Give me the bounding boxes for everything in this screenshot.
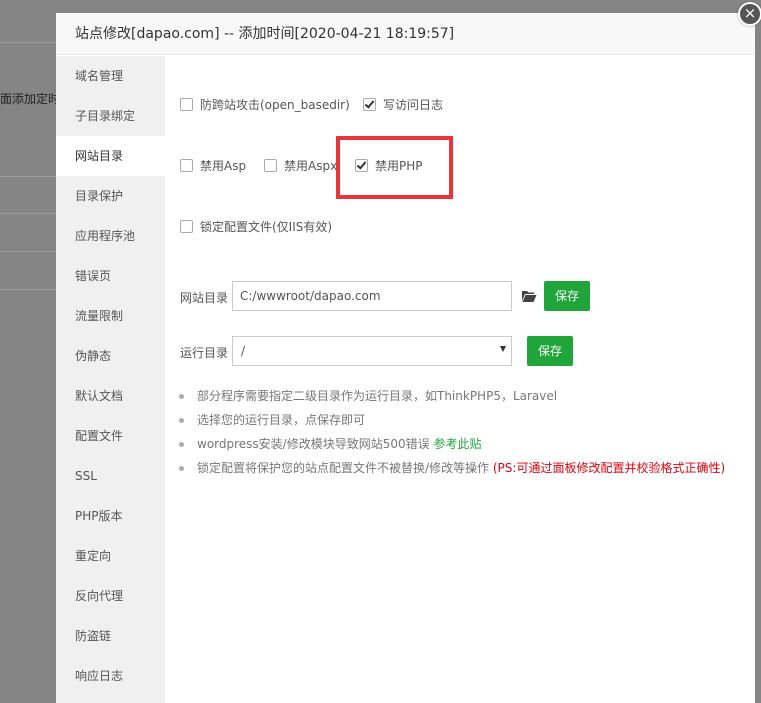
sidebar-item-traffic-limit[interactable]: 流量限制 — [56, 296, 165, 336]
disable-aspx-option[interactable]: 禁用Aspx — [264, 157, 337, 174]
bg-divider — [0, 213, 56, 214]
access-log-label: 写访问日志 — [383, 98, 444, 112]
sidebar-item-ssl[interactable]: SSL — [56, 456, 165, 496]
sidebar-item-reverse-proxy[interactable]: 反向代理 — [56, 576, 165, 616]
disable-asp-option[interactable]: 禁用Asp — [180, 157, 246, 174]
disable-asp-checkbox[interactable] — [180, 159, 193, 172]
bg-divider — [0, 251, 56, 252]
tip-item: 部分程序需要指定二级目录作为运行目录，如ThinkPHP5，Laravel — [179, 384, 725, 408]
site-dir-input[interactable]: C:/wwwroot/dapao.com — [232, 281, 512, 311]
disable-aspx-checkbox[interactable] — [264, 159, 277, 172]
disable-aspx-label: 禁用Aspx — [284, 159, 338, 173]
run-dir-label: 运行目录 — [180, 346, 229, 360]
run-dir-selected-value: / — [241, 344, 246, 358]
sidebar-item-subdir-binding[interactable]: 子目录绑定 — [56, 96, 165, 136]
bullet-icon — [179, 394, 184, 399]
bg-divider — [0, 289, 56, 290]
access-log-checkbox[interactable] — [363, 98, 376, 111]
tip-item: 锁定配置将保护您的站点配置文件不被替换/修改等操作 (PS:可通过面板修改配置并… — [179, 456, 725, 480]
bullet-icon — [179, 418, 184, 423]
settings-sidebar: 域名管理 子目录绑定 网站目录 目录保护 应用程序池 错误页 流量限制 伪静态 … — [56, 56, 165, 703]
sidebar-item-error-page[interactable]: 错误页 — [56, 256, 165, 296]
bg-divider — [0, 42, 56, 43]
sidebar-item-php-version[interactable]: PHP版本 — [56, 496, 165, 536]
sidebar-item-response-log[interactable]: 响应日志 — [56, 656, 165, 696]
sidebar-item-app-pool[interactable]: 应用程序池 — [56, 216, 165, 256]
dialog-title: 站点修改[dapao.com] -- 添加时间[2020-04-21 18:19… — [56, 13, 755, 55]
lock-config-option[interactable]: 锁定配置文件(仅IIS有效) — [180, 218, 332, 235]
sidebar-item-domain[interactable]: 域名管理 — [56, 56, 165, 96]
sidebar-item-redirect[interactable]: 重定向 — [56, 536, 165, 576]
sidebar-item-config-file[interactable]: 配置文件 — [56, 416, 165, 456]
site-dir-label: 网站目录 — [180, 291, 229, 305]
sidebar-item-dir-protection[interactable]: 目录保护 — [56, 176, 165, 216]
sidebar-item-site-directory[interactable]: 网站目录 — [56, 136, 165, 176]
sidebar-item-hotlink-protection[interactable]: 防盗链 — [56, 616, 165, 656]
bg-divider — [0, 176, 56, 177]
sidebar-item-rewrite[interactable]: 伪静态 — [56, 336, 165, 376]
help-tips-list: 部分程序需要指定二级目录作为运行目录，如ThinkPHP5，Laravel 选择… — [179, 384, 725, 480]
site-dir-save-button[interactable]: 保存 — [544, 281, 590, 311]
close-icon[interactable]: × — [738, 2, 761, 26]
access-log-option[interactable]: 写访问日志 — [363, 96, 443, 113]
tip-item: wordpress安装/修改模块导致网站500错误 参考此贴 — [179, 432, 725, 456]
chevron-down-icon — [500, 346, 506, 352]
highlight-annotation-box — [336, 136, 453, 199]
tip-item: 选择您的运行目录，点保存即可 — [179, 408, 725, 432]
folder-open-icon[interactable] — [521, 289, 537, 303]
reference-post-link[interactable]: 参考此贴 — [433, 437, 481, 451]
open-basedir-label: 防跨站攻击(open_basedir) — [200, 98, 350, 112]
lock-config-label: 锁定配置文件(仅IIS有效) — [200, 220, 333, 234]
sidebar-item-default-doc[interactable]: 默认文档 — [56, 376, 165, 416]
site-directory-panel: 防跨站攻击(open_basedir) 写访问日志 禁用Asp 禁用Aspx 禁… — [165, 56, 755, 703]
open-basedir-checkbox[interactable] — [180, 98, 193, 111]
run-dir-select[interactable]: / — [232, 336, 512, 366]
tip-text: 部分程序需要指定二级目录作为运行目录，如ThinkPHP5，Laravel — [197, 389, 558, 403]
open-basedir-option[interactable]: 防跨站攻击(open_basedir) — [180, 96, 350, 113]
site-edit-dialog: 站点修改[dapao.com] -- 添加时间[2020-04-21 18:19… — [56, 13, 755, 703]
disable-asp-label: 禁用Asp — [200, 159, 247, 173]
lock-config-checkbox[interactable] — [180, 220, 193, 233]
tip-text: 锁定配置将保护您的站点配置文件不被替换/修改等操作 — [197, 461, 493, 475]
bullet-icon — [179, 442, 184, 447]
run-dir-save-button[interactable]: 保存 — [527, 336, 573, 366]
tip-text: 选择您的运行目录，点保存即可 — [197, 413, 366, 427]
config-warning-text: (PS:可通过面板修改配置并校验格式正确性) — [492, 461, 726, 475]
tip-text: wordpress安装/修改模块导致网站500错误 — [197, 437, 434, 451]
bullet-icon — [179, 466, 184, 471]
